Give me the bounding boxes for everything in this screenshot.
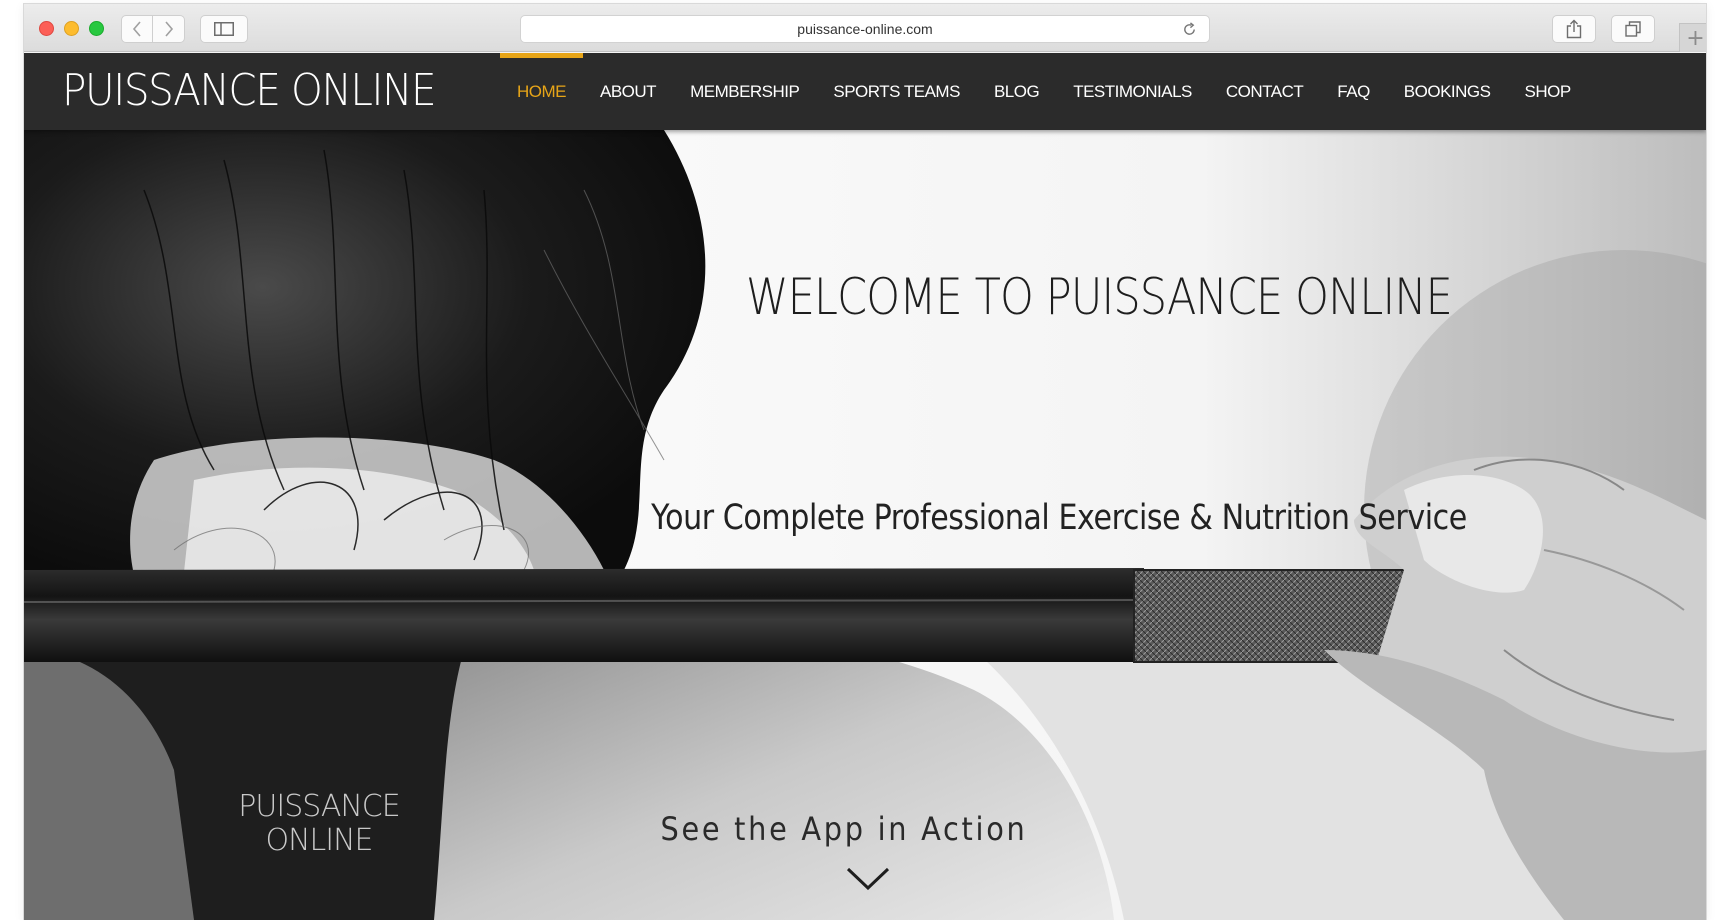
nav-blog[interactable]: BLOG [977,53,1056,130]
nav-about[interactable]: ABOUT [583,53,673,130]
nav-shop[interactable]: SHOP [1507,53,1587,130]
plus-icon: + [1686,25,1705,51]
main-nav: HOME ABOUT MEMBERSHIP SPORTS TEAMS BLOG … [500,53,1588,130]
hero-title: WELCOME TO PUISSANCE ONLINE [746,268,1453,326]
forward-button[interactable] [153,15,185,43]
forward-chevron-icon [164,21,173,37]
address-bar[interactable]: puissance-online.com [520,15,1210,43]
tabs-icon [1625,21,1641,37]
nav-contact[interactable]: CONTACT [1209,53,1320,130]
browser-toolbar: puissance-online.com + [24,4,1706,52]
nav-faq[interactable]: FAQ [1320,53,1387,130]
shirt-logo: PUISSANCE ONLINE [229,790,409,858]
close-window-button[interactable] [39,21,54,36]
share-button[interactable] [1552,15,1596,43]
chevron-down-icon[interactable] [846,866,890,892]
sidebar-icon [214,22,234,36]
url-text: puissance-online.com [797,21,933,37]
nav-testimonials[interactable]: TESTIMONIALS [1056,53,1209,130]
show-tabs-button[interactable] [1611,15,1655,43]
new-tab-button[interactable]: + [1679,23,1706,52]
sidebar-toggle-button[interactable] [200,15,248,43]
browser-window: puissance-online.com + PUISSANCE ONLINE … [24,4,1706,920]
minimize-window-button[interactable] [64,21,79,36]
nav-sports-teams[interactable]: SPORTS TEAMS [816,53,977,130]
site-logo[interactable]: PUISSANCE ONLINE [62,63,437,119]
nav-home[interactable]: HOME [500,53,583,130]
shirt-logo-line1: PUISSANCE [238,789,400,824]
zoom-window-button[interactable] [89,21,104,36]
back-chevron-icon [132,21,141,37]
shirt-logo-line2: ONLINE [265,823,373,858]
hero-section: WELCOME TO PUISSANCE ONLINE Your Complet… [24,130,1706,920]
reload-icon[interactable] [1182,22,1197,37]
nav-bookings[interactable]: BOOKINGS [1387,53,1508,130]
see-app-in-action-link[interactable]: See the App in Action [646,810,1042,848]
nav-membership[interactable]: MEMBERSHIP [673,53,816,130]
site-header: PUISSANCE ONLINE HOME ABOUT MEMBERSHIP S… [24,53,1706,130]
hero-subtitle: Your Complete Professional Exercise & Nu… [651,498,1467,538]
share-icon [1566,19,1582,39]
back-button[interactable] [121,15,153,43]
